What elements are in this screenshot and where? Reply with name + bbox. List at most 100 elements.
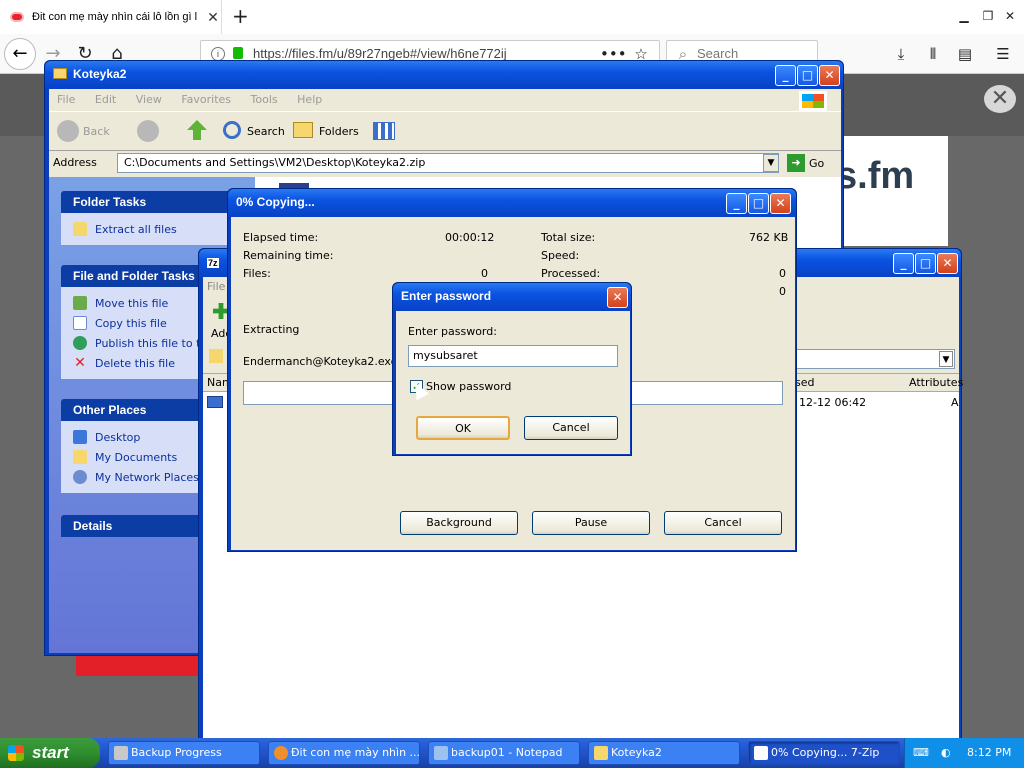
close-window-icon[interactable]: ✕ — [1000, 6, 1020, 26]
menu-favorites[interactable]: Favorites — [181, 93, 231, 106]
explorer-titlebar[interactable]: Koteyka2 — [45, 61, 843, 89]
password-close-button[interactable]: ✕ — [607, 287, 628, 308]
7zip-maximize-button[interactable]: □ — [915, 253, 936, 274]
pause-button[interactable]: Pause — [532, 511, 650, 535]
menu-file[interactable]: File — [57, 93, 75, 106]
explorer-minimize-button[interactable]: _ — [775, 65, 796, 86]
processed-label: Processed: — [541, 267, 601, 280]
back-arrow-icon[interactable] — [57, 120, 79, 142]
task-extract-all[interactable]: Extract all files — [73, 219, 245, 239]
explorer-address-bar: Address C:\Documents and Settings\VM2\De… — [49, 151, 841, 177]
processed-value: 0 — [779, 267, 786, 280]
7zip-menu-file[interactable]: File — [207, 280, 225, 293]
site-info-icon[interactable]: i — [211, 47, 225, 61]
address-label: Address — [53, 156, 97, 169]
menu-icon[interactable]: ☰ — [992, 43, 1014, 65]
7zip-close-button[interactable]: ✕ — [937, 253, 958, 274]
taskbar-7zip-copying[interactable]: 0% Copying... 7-Zip — [748, 741, 900, 765]
forward-arrow-icon[interactable] — [137, 120, 159, 142]
system-tray: ⌨ ◐ 8:12 PM — [904, 738, 1024, 768]
explorer-menubar: File Edit View Favorites Tools Help — [49, 89, 841, 111]
row-attributes: A — [951, 396, 959, 409]
7zip-path-field[interactable] — [793, 349, 955, 369]
windows-flag-icon — [8, 745, 24, 761]
elapsed-value: 00:00:12 — [445, 231, 495, 244]
place-desktop-label: Desktop — [95, 430, 141, 444]
views-icon[interactable] — [373, 122, 395, 140]
library-icon[interactable]: ⫴ — [922, 43, 944, 65]
keyboard-icon[interactable]: ⌨ — [913, 738, 929, 768]
col-modified[interactable]: sed — [795, 374, 814, 392]
zip-folder-icon — [73, 222, 87, 236]
ok-button[interactable]: OK — [416, 416, 510, 440]
address-field[interactable]: C:\Documents and Settings\VM2\Desktop\Ko… — [117, 153, 779, 173]
col-attributes[interactable]: Attributes — [909, 374, 963, 392]
volume-icon[interactable]: ◐ — [941, 738, 951, 768]
restore-icon[interactable]: ❐ — [978, 6, 998, 26]
task-move-label: Move this file — [95, 296, 169, 310]
taskbar-notepad[interactable]: backup01 - Notepad — [428, 741, 580, 765]
up-level-icon[interactable] — [209, 349, 223, 363]
clock[interactable]: 8:12 PM — [967, 738, 1011, 768]
backup-app-icon — [114, 746, 128, 760]
go-arrow-icon[interactable]: ➜ — [787, 154, 805, 172]
place-network-label: My Network Places — [95, 470, 199, 484]
menu-help[interactable]: Help — [297, 93, 322, 106]
folder-tasks-header[interactable]: Folder Tasks — [61, 191, 245, 213]
copy-close-button[interactable]: ✕ — [770, 193, 791, 214]
explorer-toolbar: Back Search Folders — [49, 111, 841, 151]
copy-maximize-button[interactable]: □ — [748, 193, 769, 214]
browser-tab[interactable]: Đit con mẹ mày nhìn cái lỗ lồn gì l ✕ — [0, 0, 222, 34]
go-label[interactable]: Go — [809, 157, 824, 170]
copy-titlebar[interactable]: 0% Copying... — [228, 189, 796, 217]
7zip-minimize-button[interactable]: _ — [893, 253, 914, 274]
search-magnifier-icon[interactable] — [223, 121, 241, 139]
back-label[interactable]: Back — [83, 125, 110, 138]
search-label[interactable]: Search — [247, 125, 285, 138]
address-dropdown-icon[interactable]: ▼ — [763, 154, 779, 172]
taskbar-backup-progress[interactable]: Backup Progress — [108, 741, 260, 765]
status-text: Extracting — [243, 323, 300, 336]
explorer-maximize-button[interactable]: □ — [797, 65, 818, 86]
explorer-close-button[interactable]: ✕ — [819, 65, 840, 86]
viewer-close-icon[interactable]: ✕ — [984, 85, 1016, 113]
exe-file-icon[interactable] — [207, 396, 223, 408]
taskbar-item-label: 0% Copying... 7-Zip — [771, 746, 880, 759]
up-folder-icon[interactable] — [187, 120, 207, 140]
folders-label[interactable]: Folders — [319, 125, 359, 138]
task-delete-label: Delete this file — [95, 356, 175, 370]
taskbar-item-label: Koteyka2 — [611, 746, 662, 759]
taskbar-koteyka2[interactable]: Koteyka2 — [588, 741, 740, 765]
copy-icon — [73, 316, 87, 330]
cancel-copy-button[interactable]: Cancel — [664, 511, 782, 535]
show-password-label[interactable]: Show password — [426, 380, 511, 393]
new-tab-icon[interactable]: + — [232, 4, 249, 28]
address-value: C:\Documents and Settings\VM2\Desktop\Ko… — [124, 156, 426, 169]
close-tab-icon[interactable]: ✕ — [205, 9, 221, 26]
copy-minimize-button[interactable]: _ — [726, 193, 747, 214]
place-my-documents-label: My Documents — [95, 450, 178, 464]
sidebar-icon[interactable]: ▤ — [954, 43, 976, 65]
windows-logo-icon — [799, 91, 827, 111]
start-button[interactable]: start — [0, 738, 100, 768]
elapsed-label: Elapsed time: — [243, 231, 319, 244]
menu-tools[interactable]: Tools — [251, 93, 278, 106]
password-field[interactable]: mysubsaret — [408, 345, 618, 367]
menu-view[interactable]: View — [136, 93, 162, 106]
total-size-value: 762 KB — [749, 231, 789, 244]
password-titlebar[interactable]: Enter password — [393, 283, 631, 311]
taskbar-firefox[interactable]: Đit con mẹ mày nhìn ... — [268, 741, 420, 765]
back-icon[interactable]: ← — [4, 38, 36, 70]
menu-edit[interactable]: Edit — [95, 93, 116, 106]
globe-icon — [73, 336, 87, 350]
extra-value: 0 — [779, 285, 786, 298]
explorer-title: Koteyka2 — [73, 67, 127, 81]
folders-icon[interactable] — [293, 122, 313, 138]
downloads-icon[interactable]: ⤓ — [890, 43, 912, 65]
background-button[interactable]: Background — [400, 511, 518, 535]
minimize-icon[interactable]: ▁ — [954, 6, 974, 26]
path-dropdown-icon[interactable]: ▼ — [939, 351, 953, 367]
row-modified: 12-12 06:42 — [799, 396, 867, 409]
red-download-button[interactable] — [76, 656, 200, 676]
cancel-password-button[interactable]: Cancel — [524, 416, 618, 440]
